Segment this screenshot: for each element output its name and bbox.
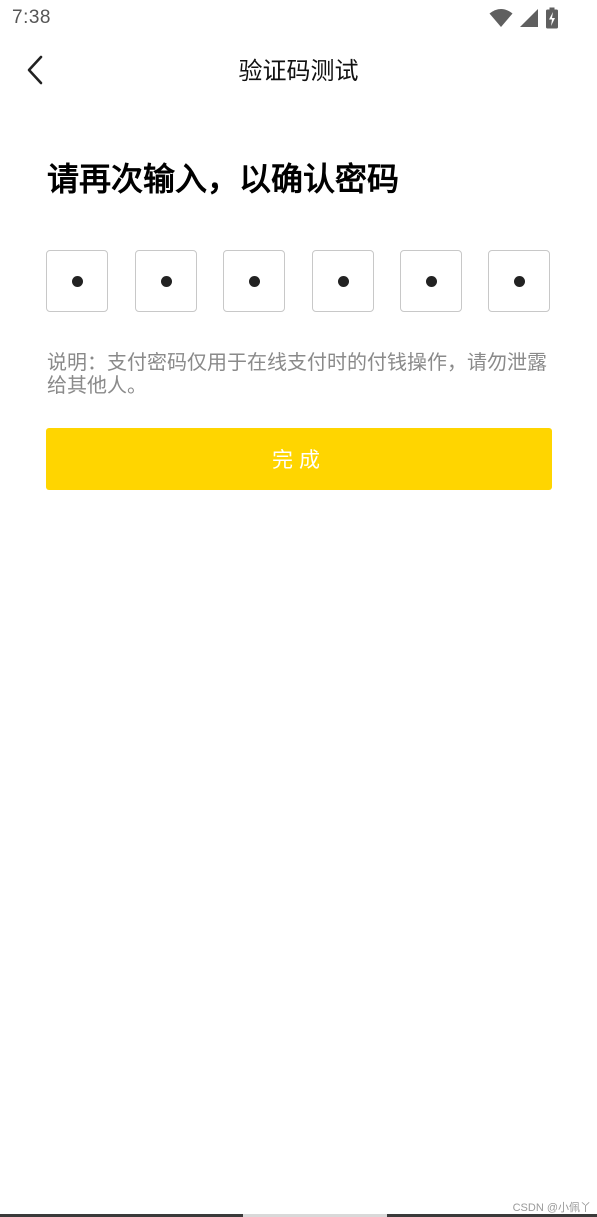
status-icons bbox=[489, 7, 559, 29]
pin-input-group[interactable] bbox=[46, 250, 552, 314]
pin-digit-box[interactable] bbox=[135, 250, 197, 312]
app-header: 验证码测试 bbox=[0, 44, 597, 100]
pin-dot bbox=[248, 275, 260, 287]
pin-dot bbox=[71, 275, 83, 287]
battery-charging-icon bbox=[545, 7, 559, 29]
pin-digit-box[interactable] bbox=[400, 250, 462, 312]
pin-digit-box[interactable] bbox=[312, 250, 374, 312]
status-bar: 7:38 bbox=[0, 0, 597, 38]
pin-digit-box[interactable] bbox=[46, 250, 108, 312]
pin-dot bbox=[337, 275, 349, 287]
watermark: CSDN @小佩丫 bbox=[512, 1202, 591, 1214]
status-time: 7:38 bbox=[12, 7, 51, 28]
pin-dot bbox=[160, 275, 172, 287]
page-title: 验证码测试 bbox=[238, 57, 359, 85]
wifi-icon bbox=[489, 8, 513, 28]
pin-digit-box[interactable] bbox=[223, 250, 285, 312]
confirm-password-heading: 请再次输入，以确认密码 bbox=[47, 160, 400, 198]
pin-digit-box[interactable] bbox=[488, 250, 550, 312]
finish-button[interactable]: 完成 bbox=[46, 428, 552, 490]
pin-dot bbox=[513, 275, 525, 287]
payment-password-note: 说明：支付密码仅用于在线支付时的付钱操作，请勿泄露给其他人。 bbox=[47, 350, 547, 397]
pin-dot bbox=[425, 275, 437, 287]
signal-icon bbox=[519, 8, 539, 28]
